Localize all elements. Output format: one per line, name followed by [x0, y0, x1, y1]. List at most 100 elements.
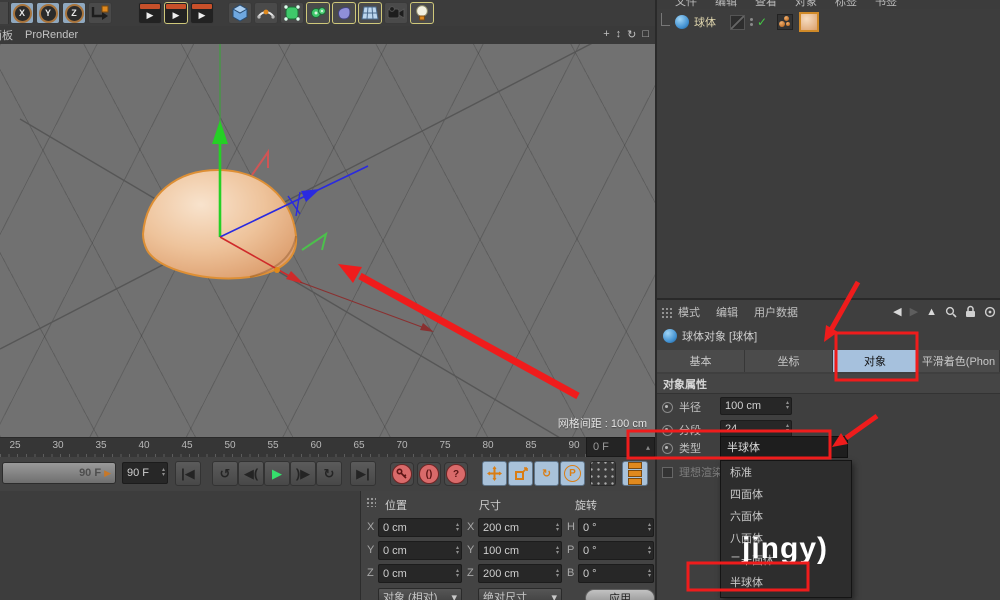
tab-object[interactable]: 对象 [833, 350, 918, 372]
render-view-button[interactable]: ▶ [138, 2, 162, 24]
stepper-icon[interactable]: ▴▾ [556, 519, 559, 536]
am-menu-userdata[interactable]: 用户数据 [754, 304, 798, 320]
enabled-check-icon[interactable]: ✓ [757, 15, 767, 29]
goto-end-button[interactable]: ▶| [350, 461, 376, 486]
om-menu-bookmarks[interactable]: 书签 [875, 0, 897, 9]
apply-button[interactable]: 应用 [585, 589, 655, 600]
om-menu-object[interactable]: 对象 [795, 0, 817, 9]
search-icon[interactable] [945, 306, 957, 318]
add-field-button[interactable] [332, 2, 356, 24]
stepper-icon[interactable]: ▴▾ [786, 421, 789, 437]
material-thumbnail[interactable] [799, 12, 819, 32]
gizmo-scale-handle[interactable] [274, 267, 280, 273]
end-frame-field[interactable]: 90 F ▴▾ [122, 462, 168, 484]
pan-view-icon[interactable]: + [603, 28, 609, 41]
pos-x-field[interactable]: 0 cm▴▾ [378, 518, 462, 537]
timeline-expand-icon[interactable]: ▴ [646, 443, 650, 452]
timeline-ruler[interactable]: 25 30 35 40 45 50 55 60 65 70 75 80 85 9… [0, 437, 586, 458]
key-radio-icon[interactable] [662, 402, 673, 413]
panel-handle-icon[interactable] [366, 497, 376, 507]
zoom-view-icon[interactable]: ↕ [616, 28, 622, 41]
size-x-field[interactable]: 200 cm▴▾ [478, 518, 562, 537]
stepper-icon[interactable]: ▴▾ [648, 542, 651, 559]
add-light-button[interactable] [410, 2, 434, 24]
pos-y-field[interactable]: 0 cm▴▾ [378, 541, 462, 560]
rotate-handle-green[interactable] [302, 234, 326, 250]
render-picture-viewer-button[interactable]: ▶ [164, 2, 188, 24]
object-name[interactable]: 球体 [694, 14, 716, 30]
gizmo-z-arrow[interactable] [301, 189, 320, 202]
target-icon[interactable] [984, 306, 996, 318]
add-array-button[interactable] [358, 2, 382, 24]
om-menu-file[interactable]: 文件 [675, 0, 697, 9]
add-generator-button[interactable] [280, 2, 304, 24]
viewport-menu-panel[interactable]: 面板 [0, 27, 13, 43]
viewport[interactable]: 网格间距 : 100 cm [0, 44, 655, 437]
rotate-handle-red[interactable] [252, 152, 268, 175]
keyframe-selection-button[interactable]: ? [444, 462, 468, 486]
stepper-icon[interactable]: ▴▾ [648, 519, 651, 536]
rotate-view-icon[interactable]: ↻ [627, 28, 636, 41]
next-key-button[interactable]: )▶ [290, 461, 316, 486]
stepper-icon[interactable]: ▴▾ [786, 398, 789, 414]
play-backward-button[interactable]: ↺ [212, 461, 238, 486]
add-cube-button[interactable] [228, 2, 252, 24]
visibility-toggle-icon[interactable] [730, 15, 745, 30]
record-position-button[interactable] [482, 461, 507, 486]
radius-field[interactable]: 100 cm▴▾ [720, 397, 792, 415]
stepper-icon[interactable]: ▴▾ [456, 542, 459, 559]
tab-basic[interactable]: 基本 [657, 350, 745, 372]
rot-h-field[interactable]: 0 °▴▾ [578, 518, 654, 537]
add-camera-button[interactable] [384, 2, 408, 24]
rot-b-field[interactable]: 0 °▴▾ [578, 564, 654, 583]
panel-handle-icon[interactable] [661, 307, 672, 318]
stepper-icon[interactable]: ▴▾ [556, 542, 559, 559]
add-deformer-button[interactable] [306, 2, 330, 24]
am-menu-edit[interactable]: 编辑 [716, 304, 738, 320]
coords-mode-dropdown[interactable]: 对象 (相对)▾ [378, 588, 462, 600]
type-dropdown-current[interactable]: 半球体 [720, 436, 848, 458]
render-settings-button[interactable]: ▶ [190, 2, 214, 24]
render-perfect-checkbox[interactable] [662, 467, 673, 478]
size-mode-dropdown[interactable]: 绝对尺寸▾ [478, 588, 562, 600]
record-rotation-button[interactable]: ↻ [534, 461, 559, 486]
goto-start-button[interactable]: |◀ [175, 461, 201, 486]
up-arrow-icon[interactable]: ▲ [926, 306, 937, 318]
pos-z-field[interactable]: 0 cm▴▾ [378, 564, 462, 583]
om-menu-tags[interactable]: 标签 [835, 0, 857, 9]
rot-p-field[interactable]: 0 °▴▾ [578, 541, 654, 560]
current-frame-field[interactable]: 0 F ▴ [586, 437, 655, 457]
object-row-sphere[interactable]: 球体 ✓ [657, 12, 1000, 32]
add-spline-button[interactable] [254, 2, 278, 24]
lock-x-axis-button[interactable]: X [10, 2, 34, 24]
type-option-hemisphere[interactable]: 半球体 [721, 571, 851, 593]
stepper-icon[interactable]: ▴▾ [556, 565, 559, 582]
key-radio-icon[interactable] [662, 425, 673, 436]
type-option-hexahedron[interactable]: 六面体 [721, 505, 851, 527]
timeline-window-button[interactable] [622, 461, 648, 486]
record-keyframe-button[interactable] [390, 462, 414, 486]
stepper-icon[interactable]: ▴▾ [456, 519, 459, 536]
toggle-view-icon[interactable]: □ [642, 28, 649, 41]
previous-key-button[interactable]: ◀( [238, 461, 264, 486]
keying-options-button[interactable] [590, 461, 616, 486]
record-point-level-button[interactable]: P [560, 461, 585, 486]
coordinate-system-button[interactable] [88, 2, 112, 24]
stepper-icon[interactable]: ▴▾ [162, 463, 165, 483]
viewport-menu-prorender[interactable]: ProRender [25, 29, 78, 41]
size-z-field[interactable]: 200 cm▴▾ [478, 564, 562, 583]
visibility-dots-icon[interactable] [750, 18, 753, 26]
om-menu-edit[interactable]: 编辑 [715, 0, 737, 9]
lock-y-axis-button[interactable]: Y [36, 2, 60, 24]
phong-tag-icon[interactable] [777, 14, 793, 30]
size-y-field[interactable]: 100 cm▴▾ [478, 541, 562, 560]
lock-icon[interactable] [965, 305, 976, 318]
lock-z-axis-button[interactable]: Z [62, 2, 86, 24]
timeline-range-slider[interactable]: 90 F ▶ [2, 462, 116, 484]
stepper-icon[interactable]: ▴▾ [456, 565, 459, 582]
om-menu-view[interactable]: 查看 [755, 0, 777, 9]
type-option-tetrahedron[interactable]: 四面体 [721, 483, 851, 505]
gizmo-y-arrow[interactable] [212, 120, 228, 144]
tab-phong[interactable]: 平滑着色(Phon [918, 350, 1000, 372]
loop-button[interactable]: ↻ [316, 461, 342, 486]
